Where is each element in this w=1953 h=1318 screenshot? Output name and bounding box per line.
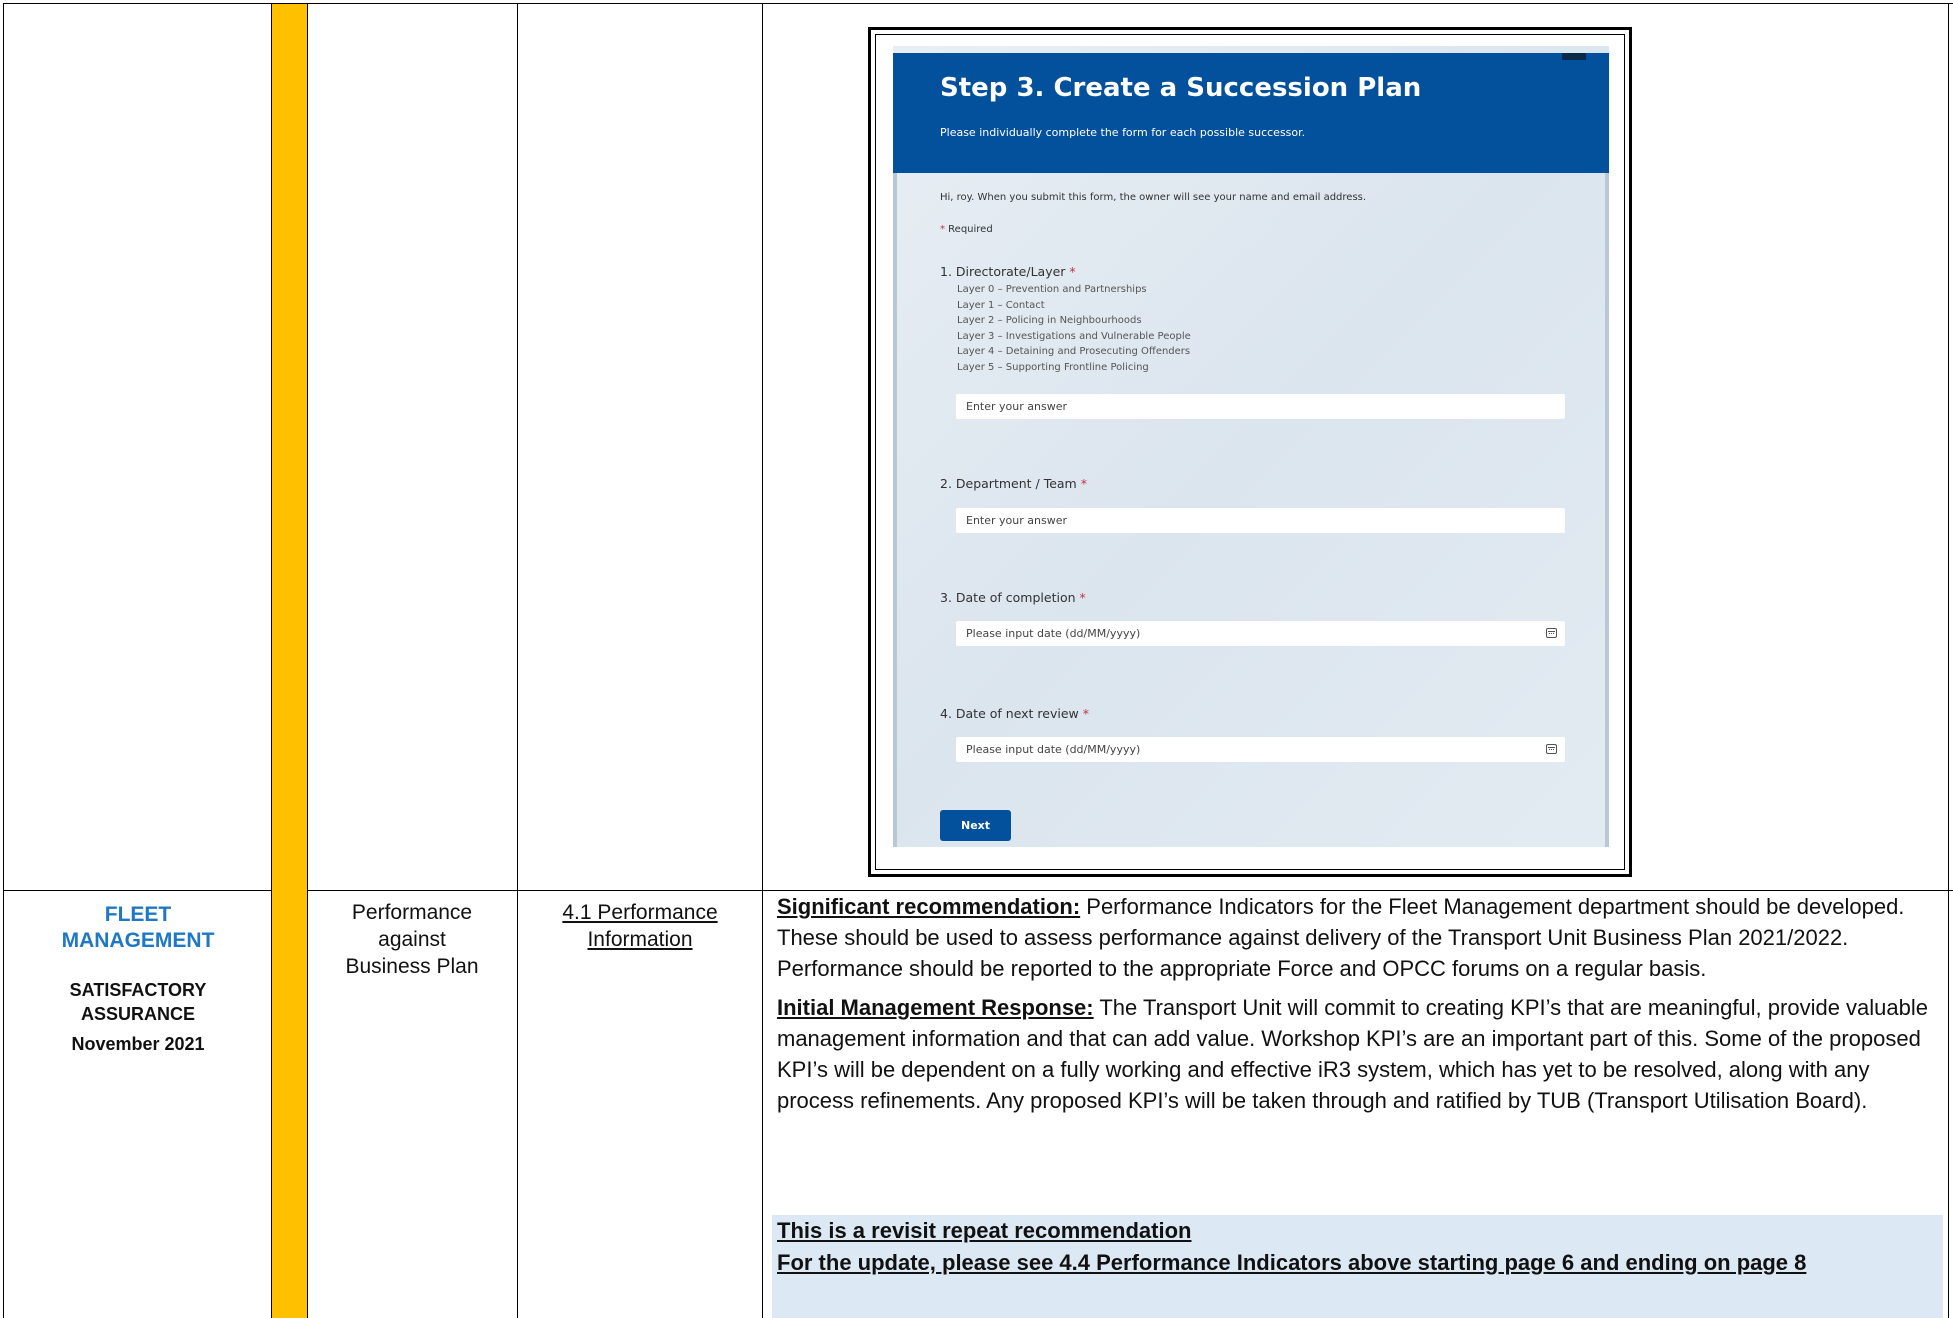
table-right-border [1948, 3, 1949, 1318]
column-divider [517, 3, 518, 1318]
column-divider [307, 3, 308, 1318]
column-divider [762, 3, 763, 1318]
directorate-input[interactable]: Enter your answer [956, 394, 1565, 419]
layer-option: Layer 4 – Detaining and Prosecuting Offe… [957, 346, 1191, 358]
recommendation-cell: Significant recommendation: Performance … [777, 891, 1945, 1124]
header-badge [1562, 53, 1586, 60]
audit-area-cell: FLEET MANAGEMENT SATISFACTORY ASSURANCE … [4, 902, 272, 1056]
question-4-label: 4. Date of next review * [940, 706, 1089, 721]
review-date-input[interactable]: Please input date (dd/MM/yyyy) [956, 737, 1565, 762]
layer-option: Layer 5 – Supporting Frontline Policing [957, 361, 1149, 373]
significant-recommendation: Significant recommendation: Performance … [777, 894, 1905, 981]
question-3-label: 3. Date of completion * [940, 590, 1086, 605]
form-title: Step 3. Create a Succession Plan [940, 73, 1422, 103]
response-label: Initial Management Response: [777, 995, 1094, 1020]
calendar-icon[interactable] [1546, 628, 1557, 638]
audit-date: November 2021 [71, 1034, 205, 1054]
assurance-level: ASSURANCE [80, 1004, 195, 1024]
identity-notice: Hi, roy. When you submit this form, the … [940, 192, 1367, 203]
layer-option: Layer 2 – Policing in Neighbourhoods [957, 315, 1142, 327]
assurance-level: SATISFACTORY [69, 980, 207, 1000]
layer-option: Layer 3 – Investigations and Vulnerable … [957, 330, 1191, 342]
topic-cell: Performance against Business Plan [345, 901, 479, 978]
area-title: MANAGEMENT [61, 929, 215, 952]
next-button[interactable]: Next [940, 810, 1011, 841]
layer-options-list: Layer 0 – Prevention and Partnerships La… [957, 282, 1191, 376]
report-table: Step 3. Create a Succession Plan Please … [0, 0, 1953, 1318]
calendar-icon[interactable] [1546, 744, 1557, 754]
area-title: FLEET [104, 903, 172, 926]
reference-link[interactable]: 4.1 Performance Information [518, 899, 762, 953]
form-header: Step 3. Create a Succession Plan Please … [893, 53, 1609, 173]
layer-option: Layer 1 – Contact [957, 299, 1045, 311]
question-2-label: 2. Department / Team * [940, 476, 1087, 491]
recommendation-label: Significant recommendation: [777, 894, 1081, 919]
layer-option: Layer 0 – Prevention and Partnerships [957, 284, 1147, 295]
management-response: Initial Management Response: The Transpo… [777, 995, 1928, 1113]
revisit-note: This is a revisit repeat recommendation … [777, 1218, 1807, 1275]
department-input[interactable]: Enter your answer [956, 508, 1565, 533]
question-1-label: 1. Directorate/Layer * [940, 264, 1076, 279]
table-left-border [3, 3, 4, 1318]
rag-status-bar [272, 4, 307, 1318]
required-note: * Required [940, 224, 993, 235]
form-subtitle: Please individually complete the form fo… [940, 126, 1306, 139]
completion-date-input[interactable]: Please input date (dd/MM/yyyy) [956, 621, 1565, 646]
succession-plan-form: Step 3. Create a Succession Plan Please … [893, 46, 1609, 847]
